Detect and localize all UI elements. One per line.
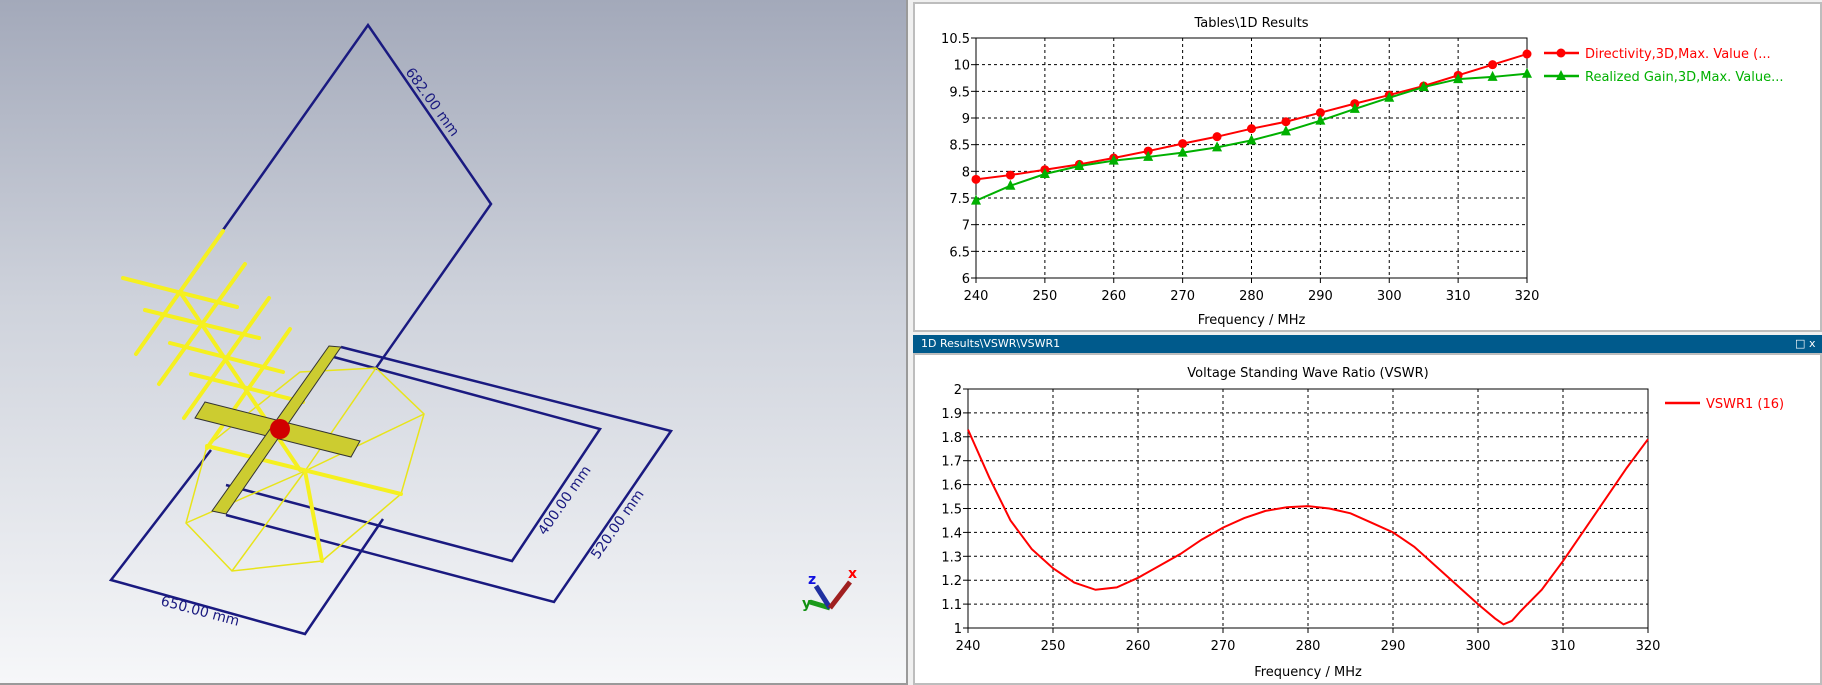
dimension-520: 520.00 mm <box>588 487 647 562</box>
dimension-lines <box>108 22 674 636</box>
maximize-icon[interactable]: □ <box>1795 335 1805 353</box>
antenna-model: 682.00 mm 650.00 mm 400.00 mm 520.00 mm <box>108 22 674 636</box>
results-chart-panel <box>913 2 1822 332</box>
close-icon[interactable]: x <box>1809 335 1816 353</box>
y-axis-label: y <box>802 596 811 612</box>
dimension-682: 682.00 mm <box>402 65 462 140</box>
axes-triad: y z x <box>802 566 857 612</box>
feed-port <box>270 419 290 439</box>
vswr-window-titlebar[interactable]: 1D Results\VSWR\VSWR1 □ x <box>913 335 1822 353</box>
z-axis-label: z <box>808 572 816 588</box>
3d-model-view[interactable]: 682.00 mm 650.00 mm 400.00 mm 520.00 mm … <box>0 0 908 685</box>
x-axis-label: x <box>848 566 857 582</box>
vswr-window-title: 1D Results\VSWR\VSWR1 <box>921 337 1061 350</box>
dimension-650: 650.00 mm <box>159 593 241 629</box>
vswr-chart-panel <box>913 353 1822 685</box>
dimension-400: 400.00 mm <box>535 463 594 538</box>
